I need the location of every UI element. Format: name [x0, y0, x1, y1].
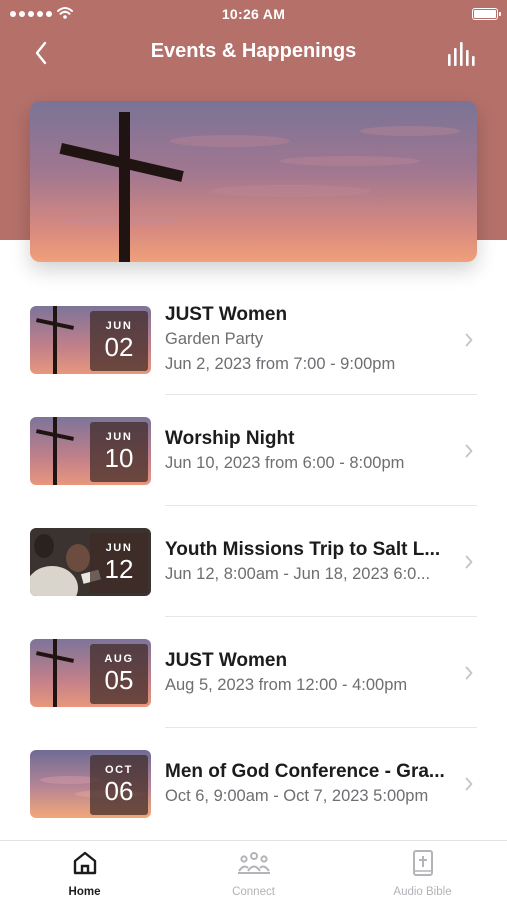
date-badge: JUN 10	[90, 422, 148, 482]
people-icon	[237, 852, 270, 874]
tab-label-audio-bible: Audio Bible	[393, 886, 452, 898]
event-thumbnail: JUN 10	[30, 417, 151, 485]
tab-connect[interactable]: Connect	[169, 841, 338, 900]
event-detail-line: Jun 12, 8:00am - Jun 18, 2023 6:0...	[165, 564, 431, 583]
event-row[interactable]: OCT 06 Men of God Conference - Gra... Oct 6…	[0, 728, 507, 839]
date-day: 05	[104, 665, 134, 695]
date-day: 12	[104, 554, 134, 584]
chevron-right-icon	[465, 333, 473, 347]
event-title: Men of God Conference - Gra...	[165, 760, 445, 782]
event-detail-line: Garden Party	[165, 330, 264, 348]
date-badge: JUN 02	[90, 311, 148, 371]
event-title: Worship Night	[165, 427, 295, 449]
status-time: 10:26 AM	[221, 6, 286, 22]
tab-label-home: Home	[68, 886, 101, 898]
event-detail-line: Jun 2, 2023 from 7:00 - 9:00pm	[165, 355, 396, 373]
date-month: JUN	[105, 320, 133, 332]
navigation-bar: Events & Happenings	[0, 30, 507, 76]
chevron-right-icon	[465, 666, 473, 680]
event-list: JUN 02 JUST Women Garden Party Jun 2, 2023 f…	[0, 284, 507, 839]
bar-chart-icon[interactable]	[445, 40, 479, 68]
tab-label-connect: Connect	[232, 886, 275, 898]
tab-audio-bible[interactable]: Audio Bible	[338, 841, 507, 900]
event-title: Youth Missions Trip to Salt L...	[165, 538, 441, 560]
date-month: JUN	[105, 431, 133, 443]
battery-icon	[472, 8, 501, 20]
date-month: OCT	[104, 764, 134, 776]
event-row[interactable]: JUN 12 Youth Missions Trip to Salt L... Jun…	[0, 506, 507, 617]
date-day: 06	[104, 776, 134, 806]
status-bar: 10:26 AM	[0, 0, 507, 28]
event-detail-line: Aug 5, 2023 from 12:00 - 4:00pm	[165, 675, 408, 694]
date-month: JUN	[105, 542, 133, 554]
chevron-right-icon	[465, 444, 473, 458]
event-thumbnail: JUN 12	[30, 528, 151, 596]
tab-home[interactable]: Home	[0, 841, 169, 900]
page-title: Events & Happenings	[150, 40, 357, 62]
date-badge: AUG 05	[90, 644, 148, 704]
tab-bar: Home Connect Audio Bible	[0, 840, 507, 900]
date-day: 10	[104, 443, 134, 473]
event-thumbnail: JUN 02	[30, 306, 151, 374]
date-month: AUG	[104, 653, 134, 665]
date-day: 02	[104, 332, 134, 362]
bible-icon	[412, 850, 433, 876]
event-detail-line: Oct 6, 9:00am - Oct 7, 2023 5:00pm	[165, 786, 429, 805]
event-row[interactable]: AUG 05 JUST Women Aug 5, 2023 from 12:00 - …	[0, 617, 507, 728]
event-detail-line: Jun 10, 2023 from 6:00 - 8:00pm	[165, 453, 405, 472]
date-badge: JUN 12	[90, 533, 148, 593]
chevron-right-icon	[465, 555, 473, 569]
date-badge: OCT 06	[90, 755, 148, 815]
event-title: JUST Women	[165, 649, 288, 671]
event-row[interactable]: JUN 02 JUST Women Garden Party Jun 2, 2023 f…	[0, 284, 507, 395]
event-thumbnail: OCT 06	[30, 750, 151, 818]
event-thumbnail: AUG 05	[30, 639, 151, 707]
event-row[interactable]: JUN 10 Worship Night Jun 10, 2023 from 6:00…	[0, 395, 507, 506]
home-icon	[73, 851, 96, 875]
event-title: JUST Women	[165, 304, 288, 325]
chevron-right-icon	[465, 777, 473, 791]
hero-image[interactable]	[30, 101, 477, 262]
